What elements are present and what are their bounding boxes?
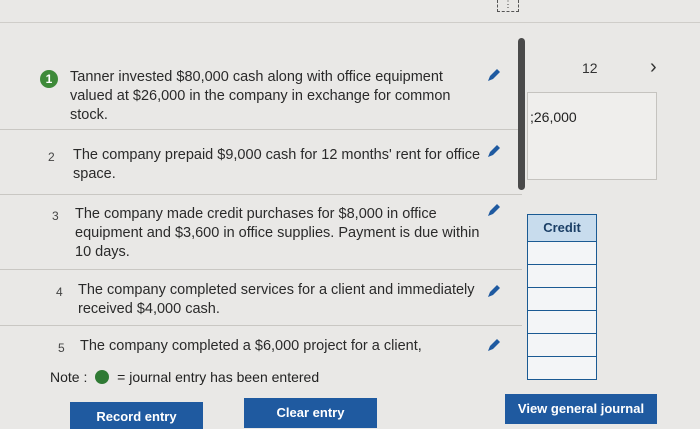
credit-input[interactable] xyxy=(527,311,597,334)
note-prefix: Note : xyxy=(50,369,88,385)
page-number: 12 xyxy=(582,60,598,76)
amount-cell: ;26,000 xyxy=(527,92,657,180)
transaction-number: 3 xyxy=(52,209,59,223)
transaction-item-4[interactable]: 4 The company completed services for a c… xyxy=(0,270,522,326)
transaction-number: 4 xyxy=(56,285,63,299)
transaction-text: The company completed services for a cli… xyxy=(78,282,475,317)
transaction-text: The company made credit purchases for $8… xyxy=(75,206,480,260)
transaction-list: 1 Tanner invested $80,000 cash along wit… xyxy=(0,48,522,362)
green-dot-icon xyxy=(95,370,110,384)
record-entry-button[interactable]: Record entry xyxy=(70,402,203,429)
pencil-icon[interactable] xyxy=(485,66,503,84)
pencil-icon[interactable] xyxy=(485,201,503,219)
credit-input[interactable] xyxy=(527,288,597,311)
clear-entry-button[interactable]: Clear entry xyxy=(244,398,377,428)
transaction-text: The company prepaid $9,000 cash for 12 m… xyxy=(73,147,481,182)
scrollbar[interactable] xyxy=(518,38,525,190)
transaction-text: Tanner invested $80,000 cash along with … xyxy=(70,69,451,123)
transaction-item-1[interactable]: 1 Tanner invested $80,000 cash along wit… xyxy=(0,48,522,130)
amount-value: ;26,000 xyxy=(530,109,577,125)
transaction-item-2[interactable]: 2 The company prepaid $9,000 cash for 12… xyxy=(0,130,522,195)
transaction-item-3[interactable]: 3 The company made credit purchases for … xyxy=(0,195,522,270)
transaction-number: 5 xyxy=(58,341,65,355)
credit-header: Credit xyxy=(527,214,597,242)
transaction-text: The company completed a $6,000 project f… xyxy=(80,338,422,354)
credit-column: Credit xyxy=(527,214,597,380)
transaction-item-5[interactable]: 5 The company completed a $6,000 project… xyxy=(0,326,522,362)
credit-input[interactable] xyxy=(527,265,597,288)
view-general-journal-button[interactable]: View general journal xyxy=(505,394,657,424)
next-arrow-icon[interactable]: › xyxy=(650,56,657,79)
pencil-icon[interactable] xyxy=(485,142,503,160)
expand-icon[interactable]: ⋮ xyxy=(497,0,519,12)
divider xyxy=(0,22,700,23)
credit-input[interactable] xyxy=(527,242,597,265)
pencil-icon[interactable] xyxy=(485,282,503,300)
credit-input[interactable] xyxy=(527,357,597,380)
note-legend: Note : = journal entry has been entered xyxy=(50,369,319,385)
completed-badge: 1 xyxy=(40,70,58,88)
credit-input[interactable] xyxy=(527,334,597,357)
transaction-number: 2 xyxy=(48,150,55,164)
pencil-icon[interactable] xyxy=(485,336,503,354)
note-text: = journal entry has been entered xyxy=(117,369,320,385)
journal-entry-panel: ⋮ 1 Tanner invested $80,000 cash along w… xyxy=(0,0,700,429)
